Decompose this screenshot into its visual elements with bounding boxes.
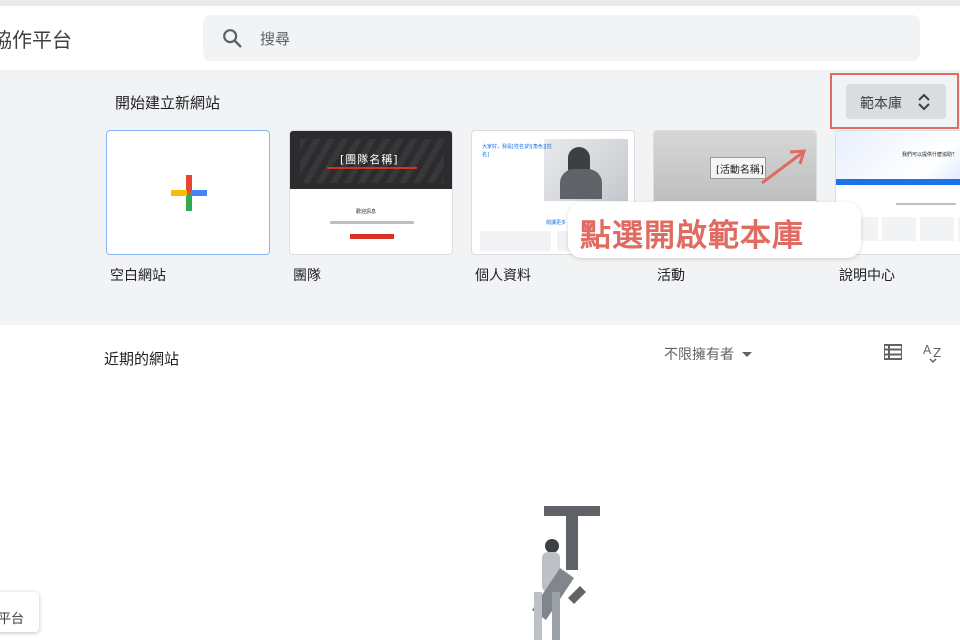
empty-state-illustration	[532, 506, 600, 640]
arrow-icon	[761, 149, 807, 185]
template-label-profile: 個人資料	[475, 268, 531, 284]
profile-photo	[544, 139, 628, 201]
help-thumb-bar	[836, 179, 960, 185]
event-thumb-title: [活動名稱]	[716, 165, 764, 176]
thumb-boxes	[844, 217, 960, 241]
owner-filter-label: 不限擁有者	[664, 347, 734, 363]
template-card-team[interactable]: [團隊名稱] 歡迎訊息	[289, 130, 453, 255]
search-icon	[223, 29, 242, 48]
list-view-icon[interactable]	[884, 344, 902, 360]
dropdown-arrow-icon	[742, 352, 752, 357]
template-card-blank[interactable]	[106, 130, 270, 255]
top-strip	[0, 0, 960, 6]
recent-sites-title: 近期的網站	[104, 350, 180, 368]
plus-icon	[171, 175, 207, 211]
template-label-team: 團隊	[293, 268, 321, 284]
team-thumb-header: [團隊名稱]	[290, 131, 452, 189]
unfold-icon	[918, 93, 930, 111]
text-lines	[330, 221, 414, 224]
svg-text:A: A	[923, 343, 932, 357]
help-thumb-question: 我們可以提供什麼協助？	[902, 152, 958, 158]
profile-thumb-link: 閱讀更多	[546, 220, 567, 226]
app-title: 協作平台	[0, 28, 72, 52]
svg-text:Z: Z	[933, 346, 941, 360]
bottom-chip-label: 平台	[0, 612, 25, 627]
team-thumb-title: [團隊名稱]	[340, 153, 399, 166]
text-lines	[896, 203, 956, 205]
annotation-text: 點選開啟範本庫	[580, 218, 804, 254]
template-gallery: 開始建立新網站 範本庫 空白網站 [團隊名稱] 歡迎訊息 團隊 大家好，我是[姓…	[0, 70, 960, 325]
template-gallery-label: 範本庫	[860, 96, 902, 112]
search-input[interactable]: 搜尋	[203, 15, 920, 61]
profile-thumb-text: 大家好，我是[姓名]的[角色][姓名]	[482, 144, 552, 158]
template-gallery-button[interactable]: 範本庫	[846, 84, 946, 119]
thumb-button	[350, 234, 394, 239]
team-thumb-sub: 歡迎訊息	[356, 209, 377, 215]
sort-az-icon[interactable]: A Z	[922, 340, 946, 364]
template-label-event: 活動	[657, 268, 685, 284]
template-label-blank: 空白網站	[110, 268, 166, 284]
person-body	[560, 169, 602, 199]
gallery-title: 開始建立新網站	[115, 94, 221, 112]
annotation-callout: 點選開啟範本庫	[568, 202, 861, 258]
search-placeholder: 搜尋	[260, 30, 291, 48]
bottom-chip[interactable]: 平台	[0, 592, 39, 632]
owner-filter-dropdown[interactable]: 不限擁有者	[664, 344, 752, 364]
template-label-help: 說明中心	[839, 268, 895, 284]
divider	[327, 167, 417, 169]
